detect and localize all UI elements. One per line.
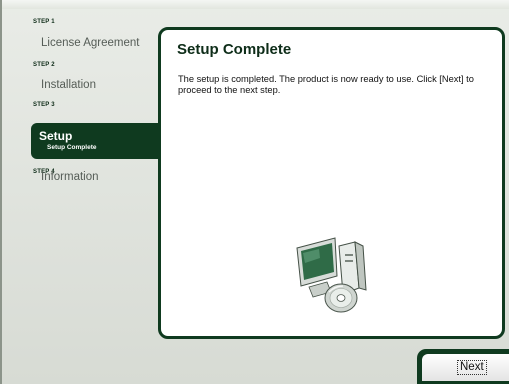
step-setup-active: Setup Setup Complete <box>31 123 159 159</box>
page-title: Setup Complete <box>177 41 292 58</box>
window-top-strip <box>0 0 509 9</box>
step-setup-title: Setup <box>39 129 73 143</box>
next-button-frame: Next <box>417 349 509 384</box>
step-information: Information <box>41 171 99 183</box>
steps-sidebar: STEP 1 License Agreement STEP 2 Installa… <box>29 14 159 384</box>
step-installation: Installation <box>41 79 96 91</box>
panel-message: The setup is completed. The product is n… <box>178 74 474 95</box>
step-license-agreement: License Agreement <box>41 37 140 49</box>
next-button-label: Next <box>457 360 487 375</box>
window-left-edge <box>0 0 2 384</box>
step-3-label: STEP 3 <box>33 102 55 108</box>
step-1-label: STEP 1 <box>33 19 55 25</box>
next-button[interactable]: Next <box>422 354 509 381</box>
installer-window: STEP 1 License Agreement STEP 2 Installa… <box>0 0 509 384</box>
step-setup-sublabel: Setup Complete <box>47 144 97 151</box>
content-panel: Setup Complete The setup is completed. T… <box>158 27 505 339</box>
step-2-label: STEP 2 <box>33 62 55 68</box>
computer-with-disc-icon <box>296 237 367 313</box>
